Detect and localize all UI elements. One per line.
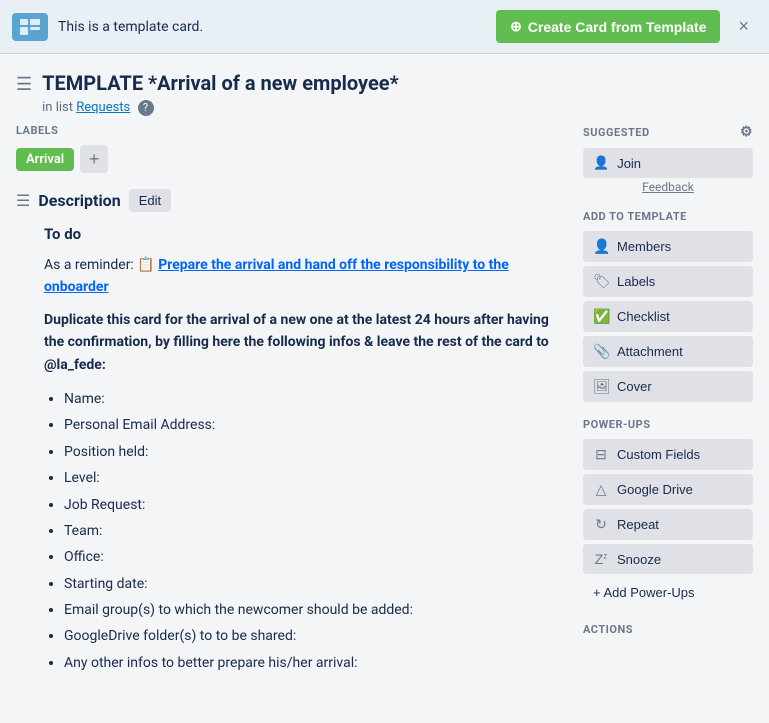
- create-card-from-template-button[interactable]: ⊕ Create Card from Template: [496, 10, 720, 43]
- attachment-icon: 📎: [593, 343, 609, 360]
- custom-fields-button[interactable]: ⊟ Custom Fields: [583, 439, 753, 470]
- suggested-section: SUGGESTED ⚙ 👤 Join Feedback: [583, 124, 753, 194]
- list-item: Personal Email Address:: [64, 414, 567, 436]
- reminder-prefix: As a reminder:: [44, 257, 134, 273]
- repeat-icon: ↻: [593, 516, 609, 533]
- card-header-content: TEMPLATE *Arrival of a new employee* in …: [42, 70, 753, 116]
- list-item: Any other infos to better prepare his/he…: [64, 652, 567, 674]
- list-item: Level:: [64, 467, 567, 489]
- description-title: Description: [38, 191, 120, 210]
- description-section: ☰ Description Edit To do As a reminder: …: [16, 189, 567, 674]
- actions-section: ACTIONS: [583, 623, 753, 636]
- main-description: Duplicate this card for the arrival of a…: [44, 309, 567, 376]
- power-ups-heading: POWER-UPS: [583, 418, 753, 431]
- snooze-button[interactable]: Zz Snooze: [583, 544, 753, 574]
- list-link[interactable]: Requests: [76, 100, 130, 115]
- list-item: GoogleDrive folder(s) to to be shared:: [64, 625, 567, 647]
- gear-icon[interactable]: ⚙: [740, 124, 753, 140]
- list-item: Email group(s) to which the newcomer sho…: [64, 599, 567, 621]
- custom-fields-icon: ⊟: [593, 446, 609, 463]
- card-subtitle: in list Requests ?: [42, 100, 753, 116]
- add-to-template-section: ADD TO TEMPLATE 👤 Members 🏷 Labels ✅ Che…: [583, 210, 753, 402]
- description-icon: ☰: [16, 191, 30, 210]
- list-item: Position held:: [64, 441, 567, 463]
- card-left: LABELS Arrival + ☰ Description Edit To d…: [16, 124, 567, 707]
- list-item: Job Request:: [64, 494, 567, 516]
- list-item: Starting date:: [64, 573, 567, 595]
- top-banner: This is a template card. ⊕ Create Card f…: [0, 0, 769, 54]
- help-icon[interactable]: ?: [138, 100, 154, 116]
- todo-heading: To do: [44, 222, 567, 246]
- snooze-icon: Zz: [593, 551, 609, 567]
- add-label-button[interactable]: +: [80, 145, 108, 173]
- suggested-heading: SUGGESTED ⚙: [583, 124, 753, 140]
- add-to-template-heading: ADD TO TEMPLATE: [583, 210, 753, 223]
- attachment-button[interactable]: 📎 Attachment: [583, 336, 753, 367]
- labels-section: LABELS Arrival +: [16, 124, 567, 173]
- reminder-emoji: 📋: [137, 257, 158, 273]
- description-header: ☰ Description Edit: [16, 189, 567, 212]
- card-title: TEMPLATE *Arrival of a new employee*: [42, 70, 753, 96]
- cover-button[interactable]: 🖼 Cover: [583, 371, 753, 402]
- cover-icon: 🖼: [593, 378, 609, 395]
- template-create-icon: ⊕: [510, 18, 522, 35]
- labels-button[interactable]: 🏷 Labels: [583, 266, 753, 297]
- banner-text: This is a template card.: [58, 19, 486, 35]
- list-item: Office:: [64, 546, 567, 568]
- google-drive-button[interactable]: △ Google Drive: [583, 474, 753, 505]
- description-content: To do As a reminder: 📋 Prepare the arriv…: [16, 222, 567, 674]
- repeat-button[interactable]: ↻ Repeat: [583, 509, 753, 540]
- card-modal: ☰ TEMPLATE *Arrival of a new employee* i…: [0, 54, 769, 723]
- person-icon: 👤: [593, 155, 609, 171]
- feedback-link[interactable]: Feedback: [583, 180, 753, 194]
- labels-heading: LABELS: [16, 124, 567, 137]
- add-power-ups-button[interactable]: + Add Power-Ups: [583, 578, 753, 607]
- edit-description-button[interactable]: Edit: [129, 189, 171, 212]
- list-item: Team:: [64, 520, 567, 542]
- power-ups-section: POWER-UPS ⊟ Custom Fields △ Google Drive…: [583, 418, 753, 607]
- labels-row: Arrival +: [16, 145, 567, 173]
- card-body: LABELS Arrival + ☰ Description Edit To d…: [0, 124, 769, 723]
- reminder-line: As a reminder: 📋 Prepare the arrival and…: [44, 254, 567, 299]
- card-type-icon: ☰: [16, 74, 32, 95]
- description-list: Name: Personal Email Address: Position h…: [44, 388, 567, 674]
- close-button[interactable]: ×: [730, 12, 757, 41]
- labels-icon: 🏷: [593, 273, 609, 290]
- checklist-icon: ✅: [593, 308, 609, 325]
- card-header: ☰ TEMPLATE *Arrival of a new employee* i…: [0, 54, 769, 124]
- members-icon: 👤: [593, 238, 609, 255]
- google-drive-icon: △: [593, 481, 609, 498]
- card-right-sidebar: SUGGESTED ⚙ 👤 Join Feedback ADD TO TEMPL…: [583, 124, 753, 707]
- actions-heading: ACTIONS: [583, 623, 753, 636]
- list-item: Name:: [64, 388, 567, 410]
- template-icon: [12, 13, 48, 41]
- members-button[interactable]: 👤 Members: [583, 231, 753, 262]
- join-btn-wrapper: 👤 Join: [583, 148, 753, 178]
- checklist-button[interactable]: ✅ Checklist: [583, 301, 753, 332]
- arrival-label[interactable]: Arrival: [16, 148, 74, 171]
- join-button[interactable]: 👤 Join: [583, 148, 753, 178]
